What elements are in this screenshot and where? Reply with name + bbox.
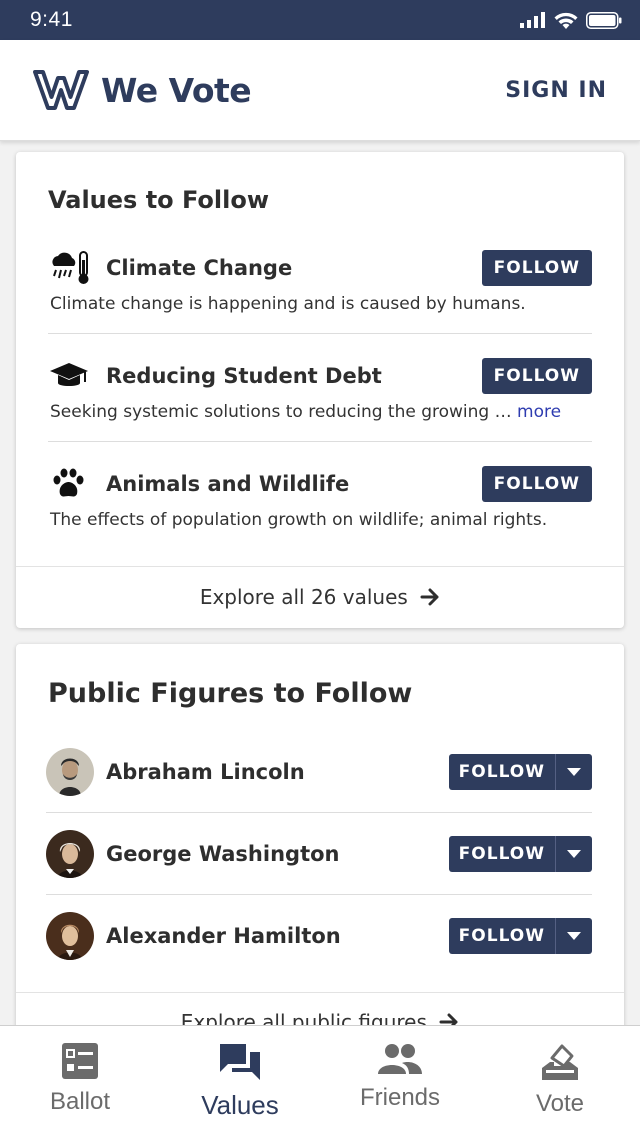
nav-label: Values xyxy=(201,1090,279,1120)
chevron-down-icon[interactable] xyxy=(556,836,592,872)
follow-button[interactable]: FOLLOW xyxy=(481,358,592,394)
values-card: Values to Follow Climate Change FOLLOW C… xyxy=(16,152,624,628)
nav-values[interactable]: Values xyxy=(160,1026,320,1136)
ballot-icon xyxy=(62,1043,98,1079)
sign-in-button[interactable]: SIGN IN xyxy=(505,78,607,103)
divider xyxy=(48,441,592,442)
nav-label: Ballot xyxy=(49,1088,111,1115)
divider xyxy=(46,894,592,895)
public-figures-card: Public Figures to Follow Abraham Lincoln… xyxy=(16,644,624,1064)
figure-item-abraham-lincoln: Abraham Lincoln FOLLOW xyxy=(46,748,592,796)
wifi-icon xyxy=(554,12,578,29)
divider xyxy=(16,992,624,993)
figure-name[interactable]: Abraham Lincoln xyxy=(106,760,449,784)
we-vote-logo-icon xyxy=(33,70,89,110)
value-item-animals-and-wildlife: Animals and Wildlife FOLLOW The effects … xyxy=(48,466,592,530)
brand-name: We Vote xyxy=(101,70,252,110)
figure-item-alexander-hamilton: Alexander Hamilton FOLLOW xyxy=(46,912,592,960)
battery-icon xyxy=(586,11,622,29)
nav-ballot[interactable]: Ballot xyxy=(0,1026,160,1136)
value-description: Seeking systemic solutions to reducing t… xyxy=(50,402,592,422)
nav-label: Friends xyxy=(359,1084,441,1111)
divider xyxy=(46,812,592,813)
nav-friends[interactable]: Friends xyxy=(320,1026,480,1136)
bottom-nav: Ballot Values Friends Vote xyxy=(0,1025,640,1136)
value-item-reducing-student-debt: Reducing Student Debt FOLLOW Seeking sys… xyxy=(48,358,592,422)
value-description: Climate change is happening and is cause… xyxy=(50,294,526,314)
status-bar: 9:41 xyxy=(0,0,640,40)
climate-icon xyxy=(48,250,94,286)
avatar[interactable] xyxy=(46,748,94,796)
divider xyxy=(48,333,592,334)
chevron-down-icon[interactable] xyxy=(556,918,592,954)
follow-split-button: FOLLOW xyxy=(448,754,592,790)
status-icons xyxy=(520,11,622,29)
paw-icon xyxy=(48,466,94,502)
value-description: The effects of population growth on wild… xyxy=(50,510,548,530)
value-description-text: Seeking systemic solutions to reducing t… xyxy=(50,402,512,422)
figure-name[interactable]: George Washington xyxy=(106,842,449,866)
value-name: Animals and Wildlife xyxy=(106,472,350,496)
graduation-cap-icon xyxy=(48,358,94,394)
nav-label: Vote xyxy=(535,1090,585,1117)
follow-button[interactable]: FOLLOW xyxy=(448,918,556,954)
explore-values-label: Explore all 26 values xyxy=(199,585,408,609)
follow-button[interactable]: FOLLOW xyxy=(448,754,556,790)
explore-values-link[interactable]: Explore all 26 values xyxy=(16,585,624,609)
values-icon xyxy=(220,1044,260,1080)
status-time: 9:41 xyxy=(30,8,73,31)
follow-button[interactable]: FOLLOW xyxy=(448,836,556,872)
follow-split-button: FOLLOW xyxy=(448,918,592,954)
signal-icon xyxy=(520,12,545,28)
chevron-down-icon[interactable] xyxy=(556,754,592,790)
avatar[interactable] xyxy=(46,912,94,960)
figure-item-george-washington: George Washington FOLLOW xyxy=(46,830,592,878)
arrow-right-icon xyxy=(420,588,439,606)
follow-button[interactable]: FOLLOW xyxy=(481,466,592,502)
values-card-title: Values to Follow xyxy=(48,186,270,214)
follow-button[interactable]: FOLLOW xyxy=(481,250,592,286)
divider xyxy=(16,566,624,567)
friends-icon xyxy=(378,1044,422,1074)
value-name: Reducing Student Debt xyxy=(106,364,382,388)
we-vote-logo[interactable]: We Vote xyxy=(33,70,252,110)
value-name: Climate Change xyxy=(106,256,293,280)
app-header: We Vote SIGN IN xyxy=(0,40,640,141)
more-link[interactable]: more xyxy=(517,402,561,422)
vote-icon xyxy=(542,1044,578,1080)
value-item-climate-change: Climate Change FOLLOW Climate change is … xyxy=(48,250,592,314)
nav-vote[interactable]: Vote xyxy=(480,1026,640,1136)
follow-split-button: FOLLOW xyxy=(448,836,592,872)
figure-name[interactable]: Alexander Hamilton xyxy=(106,924,449,948)
figures-card-title: Public Figures to Follow xyxy=(48,678,413,709)
avatar[interactable] xyxy=(46,830,94,878)
